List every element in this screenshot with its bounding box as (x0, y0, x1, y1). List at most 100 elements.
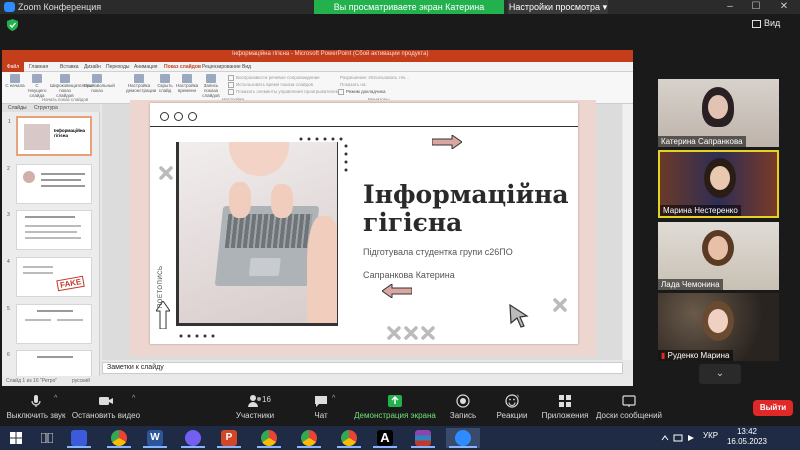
floppy-disk-icon (71, 430, 87, 446)
presenter-view-checkbox[interactable]: Режим докладчика (338, 89, 385, 95)
tab-transitions[interactable]: Переходы (106, 64, 129, 70)
tab-design[interactable]: Дизайн (84, 64, 101, 70)
x-mark-icon (553, 298, 567, 312)
participant-tile[interactable]: Катерина Сапранкова (658, 79, 779, 147)
participants-button[interactable]: 16 Участники (232, 394, 278, 420)
chevron-up-icon[interactable]: ^ (332, 395, 335, 402)
tab-animation[interactable]: Анимация (134, 64, 157, 70)
record-button[interactable]: Запись (446, 394, 480, 420)
share-screen-button[interactable]: Демонстрация экрана (350, 394, 440, 420)
custom-show-button[interactable]: Произвольный показ (84, 73, 115, 97)
reactions-button[interactable]: Реакции ^ (494, 394, 530, 420)
taskbar-app-chrome-4[interactable] (334, 428, 364, 448)
apps-label: Приложения (541, 411, 589, 420)
notes-pane[interactable]: Заметки к слайду (102, 362, 623, 374)
broadcast-button[interactable]: Широковещательный показ слайдов (50, 73, 95, 98)
tab-home[interactable]: Главная (29, 64, 48, 70)
taskbar-app-powerpoint[interactable]: P (214, 428, 244, 448)
tab-outline[interactable]: Структура (34, 105, 58, 111)
close-icon[interactable]: ✕ (774, 0, 794, 14)
apps-button[interactable]: Приложения (540, 394, 590, 420)
from-start-button[interactable]: С начала (4, 73, 26, 97)
windows-taskbar: W P A (0, 426, 800, 450)
tab-review[interactable]: Рецензирование (202, 64, 241, 70)
maximize-icon[interactable]: ☐ (746, 0, 766, 14)
thumbnail-line (41, 173, 85, 175)
circle-icon (188, 112, 197, 121)
task-view-button[interactable] (32, 428, 62, 448)
stop-video-button[interactable]: Остановить видео ^ (70, 394, 142, 420)
hide-slide-button[interactable]: Скрыть слайд (154, 73, 176, 97)
narration-checkbox[interactable]: Воспроизвести речевое сопровождение (228, 75, 320, 81)
circle-icon (160, 112, 169, 121)
leave-meeting-button[interactable]: Выйти (753, 400, 793, 416)
taskbar-app-winrar[interactable] (408, 428, 438, 448)
slide-thumbnail[interactable]: 5 (7, 304, 92, 344)
thumbnail-line (25, 216, 75, 218)
taskbar-app-zoom[interactable] (446, 428, 480, 448)
setup-show-label: Настройка демонстрации (126, 83, 157, 93)
chevron-up-icon[interactable]: ^ (54, 395, 57, 402)
tray-clock[interactable]: 13:42 16.05.2023 (722, 427, 772, 447)
participant-name-text: Руденко Марина (667, 351, 730, 360)
setup-show-button[interactable]: Настройка демонстрации (126, 73, 156, 97)
tab-view[interactable]: Вид (242, 64, 251, 70)
taskbar-app-chrome[interactable] (104, 428, 134, 448)
tab-slideshow[interactable]: Показ слайдов (164, 64, 201, 70)
slide-thumbnail[interactable]: 2 (7, 164, 92, 204)
chevron-up-icon[interactable]: ^ (516, 395, 519, 402)
whiteboards-button[interactable]: Доски сообщений (596, 394, 662, 420)
dots-pattern-icon (299, 137, 343, 141)
slide-thumbnail[interactable]: 4 FAKE (7, 257, 92, 297)
ribbon-tabs: Главная Вставка Дизайн Переходы Анимация… (2, 62, 633, 72)
thumbnail-number: 1 (8, 119, 11, 125)
participant-tile[interactable]: Лада Чемонина (658, 222, 779, 290)
taskbar-app-font[interactable]: A (370, 428, 400, 448)
tab-slides[interactable]: Слайды (8, 105, 27, 111)
taskbar-app-word[interactable]: W (140, 428, 170, 448)
whiteboards-label: Доски сообщений (596, 411, 663, 420)
participant-tile-active[interactable]: Марина Нестеренко (658, 150, 779, 218)
slideshow-icon (10, 74, 20, 83)
taskbar-app-save[interactable] (64, 428, 94, 448)
from-start-label: С начала (5, 83, 25, 88)
timings-checkbox[interactable]: Использовать время показа слайдов (228, 82, 313, 88)
file-tab[interactable]: Файл (2, 62, 24, 72)
resolution-dropdown[interactable]: Разрешение: Использовать тек... (340, 75, 409, 80)
participant-tile[interactable]: ▮ Руденко Марина (658, 293, 779, 361)
shield-icon[interactable] (7, 19, 18, 31)
from-current-button[interactable]: С текущего слайда (26, 73, 48, 98)
controls-checkbox[interactable]: Показать элементы управления проигрывате… (228, 89, 339, 95)
more-participants-button[interactable]: ⌄ (699, 364, 741, 384)
view-settings-button[interactable]: Настройки просмотра ▾ (508, 0, 608, 14)
share-banner: Вы просматриваете экран Катерина Сапранк… (314, 0, 504, 26)
slides-panel: Слайды Структура 1 Інформаційна гігієна … (2, 104, 100, 382)
chevron-up-icon[interactable]: ^ (132, 395, 135, 402)
slide-thumbnail[interactable]: 3 (7, 210, 92, 250)
participant-name: Катерина Сапранкова (658, 136, 746, 147)
slide-canvas[interactable]: Інформаційна гігієна Підготувала студент… (150, 103, 578, 344)
taskbar-app-chrome-2[interactable] (254, 428, 284, 448)
slide-thumbnail[interactable]: 1 Інформаційна гігієна (8, 116, 92, 156)
video-camera-icon (99, 397, 113, 405)
vertical-scrollbar[interactable] (623, 104, 633, 360)
view-button[interactable]: Вид (752, 18, 796, 34)
tab-insert[interactable]: Вставка (60, 64, 79, 70)
slide-author[interactable]: Сапранкова Катерина (363, 270, 455, 280)
slide-subtitle[interactable]: Підготувала студентка групи с26ПО (363, 247, 513, 257)
tray-icons[interactable] (660, 434, 700, 442)
chat-button[interactable]: Чат ^ (306, 394, 336, 420)
show-on-dropdown[interactable]: Показать на: (340, 82, 367, 87)
thumbnail-line (25, 237, 81, 239)
thumbnail-line (23, 272, 53, 274)
start-button[interactable] (2, 428, 32, 448)
mute-button[interactable]: Выключить звук ^ (4, 394, 68, 420)
taskbar-app-viber[interactable] (178, 428, 208, 448)
record-show-button[interactable]: Запись показа слайдов (200, 73, 222, 98)
laptop-touchpad (248, 258, 281, 276)
taskbar-app-chrome-3[interactable] (294, 428, 324, 448)
rehearse-timings-button[interactable]: Настройка времени (176, 73, 198, 97)
minimize-icon[interactable]: – (720, 0, 740, 14)
slide-title[interactable]: Інформаційна гігієна (363, 181, 569, 237)
input-language[interactable]: УКР (703, 431, 718, 440)
